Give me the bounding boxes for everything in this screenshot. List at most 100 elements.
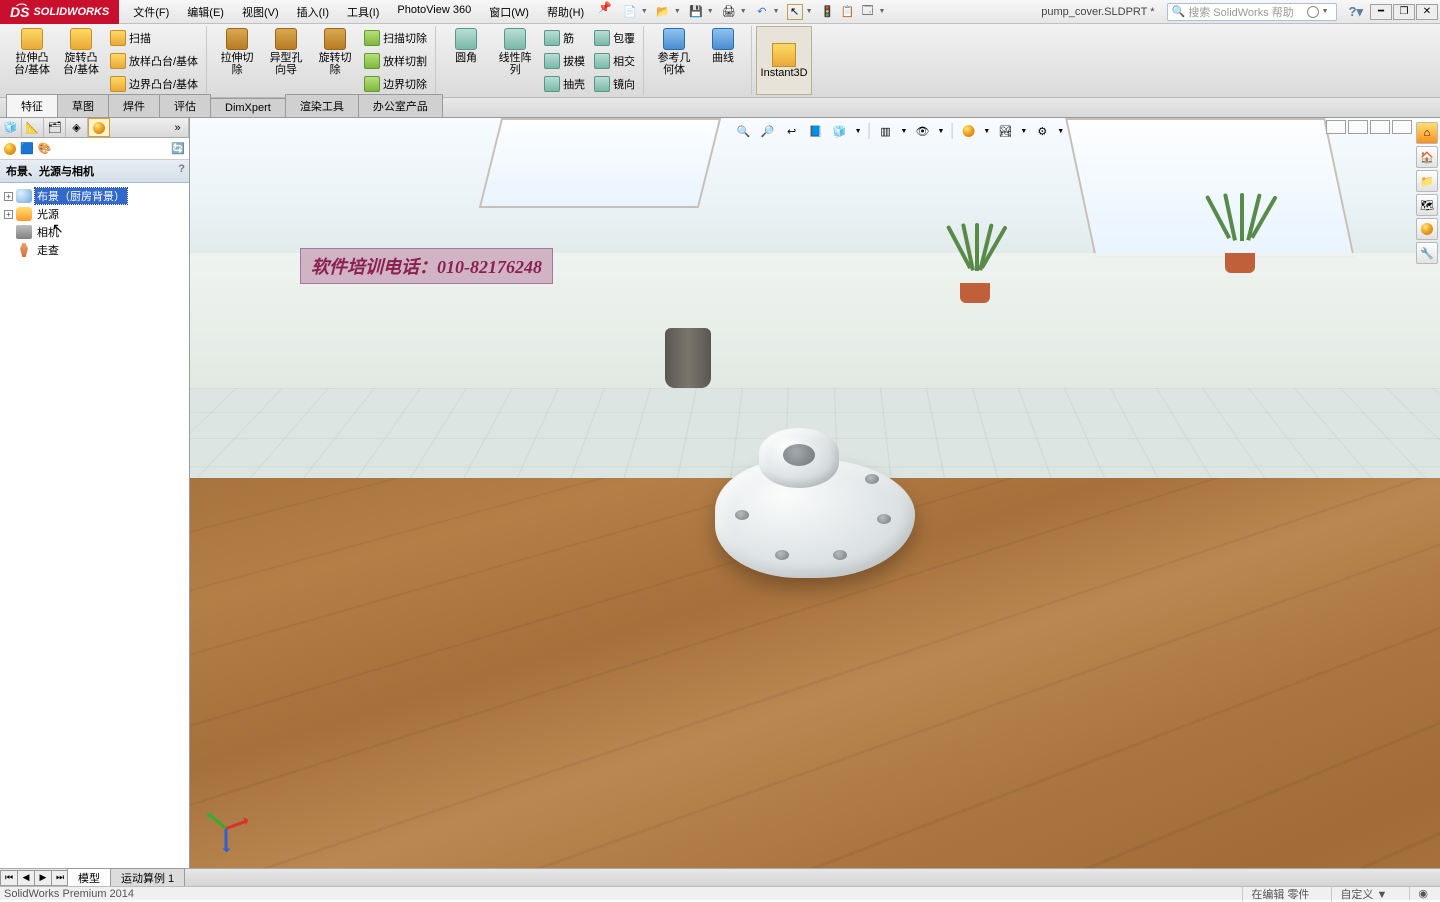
swept-cut-button[interactable]: 扫描切除: [360, 27, 431, 49]
orientation-triad[interactable]: [208, 794, 256, 842]
taskpane-explorer-icon[interactable]: 📁: [1416, 170, 1438, 192]
fm-help-icon[interactable]: ?: [178, 163, 185, 175]
vp-close-button[interactable]: [1392, 120, 1412, 134]
apply-scene-icon[interactable]: 🏞: [996, 122, 1014, 140]
rib-button[interactable]: 筋: [540, 27, 589, 49]
model-pump-cover[interactable]: [715, 418, 925, 588]
revolve-boss-button[interactable]: 旋转凸 台/基体: [57, 26, 105, 95]
revolve-cut-button[interactable]: 旋转切 除: [311, 26, 359, 95]
tab-evaluate[interactable]: 评估: [159, 94, 211, 117]
search-icon[interactable]: [1307, 6, 1319, 18]
view-settings-icon[interactable]: ⚙: [1033, 122, 1051, 140]
fm-tab-config[interactable]: 🗂: [44, 118, 66, 137]
undo-icon[interactable]: ↶: [754, 4, 770, 20]
fillet-button[interactable]: 圆角: [442, 26, 490, 95]
tab-prev-button[interactable]: ◀: [17, 870, 35, 886]
vp-restore-button[interactable]: [1370, 120, 1390, 134]
select-icon[interactable]: ↖: [787, 4, 803, 20]
taskpane-view-palette-icon[interactable]: 🗺: [1416, 194, 1438, 216]
close-button[interactable]: ✕: [1416, 4, 1438, 20]
tree-walk-row[interactable]: 走查: [2, 241, 187, 259]
expand-icon[interactable]: +: [4, 192, 13, 201]
help-search-input[interactable]: 🔍 搜索 SolidWorks 帮助 ▼: [1167, 3, 1337, 21]
graphics-viewport[interactable]: 软件培训电话：010-82176248 🔍 🔎 ↩ 📘 🧊▼ ▥▼ 👁▼ ▼ 🏞…: [190, 118, 1440, 868]
swept-boss-button[interactable]: 扫描: [106, 27, 202, 49]
menu-photoview[interactable]: PhotoView 360: [389, 1, 479, 23]
intersect-button[interactable]: 相交: [590, 50, 639, 72]
ref-geometry-button[interactable]: 参考几 何体: [650, 26, 698, 95]
tab-dimxpert[interactable]: DimXpert: [210, 98, 286, 117]
tab-weldments[interactable]: 焊件: [108, 94, 160, 117]
vp-cascade-button[interactable]: [1326, 120, 1346, 134]
menu-insert[interactable]: 插入(I): [289, 1, 337, 23]
help-icon[interactable]: ?▾: [1349, 4, 1363, 20]
draft-button[interactable]: 拔模: [540, 50, 589, 72]
menu-window[interactable]: 窗口(W): [481, 1, 537, 23]
zoom-fit-icon[interactable]: 🔍: [735, 122, 753, 140]
lofted-boss-button[interactable]: 放样凸台/基体: [106, 50, 202, 72]
settings-icon[interactable]: 🗔: [860, 4, 876, 20]
print-icon[interactable]: 🖨: [721, 4, 737, 20]
taskpane-library-icon[interactable]: 🏠: [1416, 146, 1438, 168]
tab-next-button[interactable]: ▶: [34, 870, 52, 886]
bottom-tab-model[interactable]: 模型: [67, 868, 111, 888]
fm-tab-display[interactable]: [88, 118, 110, 137]
taskpane-resources-icon[interactable]: ⌂: [1416, 122, 1438, 144]
linear-pattern-button[interactable]: 线性阵 列: [491, 26, 539, 95]
menu-edit[interactable]: 编辑(E): [179, 1, 232, 23]
taskpane-appearance-icon[interactable]: [1416, 218, 1438, 240]
menu-tools[interactable]: 工具(I): [339, 1, 387, 23]
zoom-area-icon[interactable]: 🔎: [759, 122, 777, 140]
tree-scene-row[interactable]: + 布景（厨房背景）: [2, 187, 187, 205]
options-icon[interactable]: 📋: [840, 4, 856, 20]
menu-help[interactable]: 帮助(H): [539, 1, 592, 23]
decal-icon[interactable]: 🟦: [20, 142, 34, 155]
restore-button[interactable]: ❐: [1393, 4, 1415, 20]
appearance-icon[interactable]: [4, 143, 16, 155]
wrap-button[interactable]: 包覆: [590, 27, 639, 49]
fm-tab-dimxpert[interactable]: ◈: [66, 118, 88, 137]
curves-button[interactable]: 曲线: [699, 26, 747, 95]
fm-expand-icon[interactable]: 🔄: [171, 142, 185, 155]
taskpane-custom-icon[interactable]: 🔧: [1416, 242, 1438, 264]
tree-light-row[interactable]: + 光源: [2, 205, 187, 223]
menu-file[interactable]: 文件(F): [125, 1, 177, 23]
tab-first-button[interactable]: ⏮: [0, 870, 18, 886]
status-unit-icon[interactable]: ◉: [1409, 887, 1436, 900]
view-orient-icon[interactable]: 🧊: [831, 122, 849, 140]
vp-minimize-button[interactable]: [1348, 120, 1368, 134]
boundary-boss-button[interactable]: 边界凸台/基体: [106, 73, 202, 95]
minimize-button[interactable]: ━: [1370, 4, 1392, 20]
tree-camera-row[interactable]: 相机: [2, 223, 187, 241]
menu-view[interactable]: 视图(V): [234, 1, 287, 23]
extrude-cut-button[interactable]: 拉伸切 除: [213, 26, 261, 95]
edit-appearance-icon[interactable]: [959, 122, 977, 140]
new-icon[interactable]: 📄: [622, 4, 638, 20]
rebuild-icon[interactable]: 🚦: [820, 4, 836, 20]
extrude-boss-button[interactable]: 拉伸凸 台/基体: [8, 26, 56, 95]
lofted-cut-button[interactable]: 放样切割: [360, 50, 431, 72]
tab-office[interactable]: 办公室产品: [358, 94, 443, 117]
fm-tab-property[interactable]: 📐: [22, 118, 44, 137]
tab-rendertools[interactable]: 渲染工具: [285, 94, 359, 117]
fm-tab-tree[interactable]: 🧊: [0, 118, 22, 137]
instant3d-button[interactable]: Instant3D: [756, 26, 812, 95]
fm-tab-extra[interactable]: »: [167, 118, 189, 137]
hole-wizard-button[interactable]: 异型孔 向导: [262, 26, 310, 95]
prev-view-icon[interactable]: ↩: [783, 122, 801, 140]
expand-icon[interactable]: +: [4, 210, 13, 219]
shell-button[interactable]: 抽壳: [540, 73, 589, 95]
tab-sketch[interactable]: 草图: [57, 94, 109, 117]
save-icon[interactable]: 💾: [688, 4, 704, 20]
scene-icon2[interactable]: 🎨: [38, 142, 52, 155]
mirror-button[interactable]: 镜向: [590, 73, 639, 95]
display-style-icon[interactable]: ▥: [877, 122, 895, 140]
hide-show-icon[interactable]: 👁: [913, 122, 931, 140]
status-custom[interactable]: 自定义 ▼: [1331, 886, 1395, 902]
menu-pin-icon[interactable]: 📌: [598, 1, 612, 23]
section-view-icon[interactable]: 📘: [807, 122, 825, 140]
bottom-tab-motion[interactable]: 运动算例 1: [110, 868, 185, 888]
boundary-cut-button[interactable]: 边界切除: [360, 73, 431, 95]
tab-features[interactable]: 特征: [6, 94, 58, 117]
open-icon[interactable]: 📂: [655, 4, 671, 20]
